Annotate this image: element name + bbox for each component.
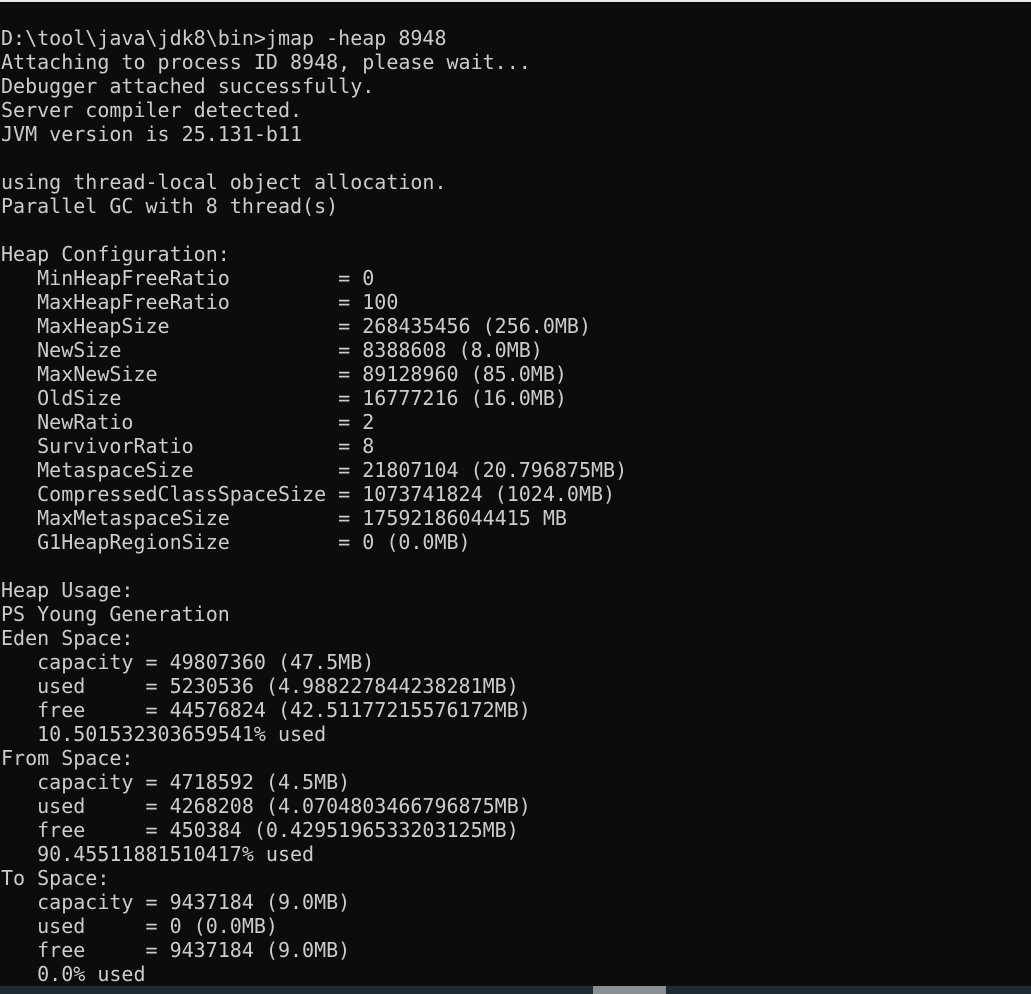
usage-line: used = 0 (0.0MB) <box>1 914 278 938</box>
section-heading-from-space: From Space: <box>1 746 134 770</box>
usage-line: capacity = 49807360 (47.5MB) <box>1 650 375 674</box>
terminal-output: D:\tool\java\jdk8\bin>jmap -heap 8948 At… <box>1 26 627 986</box>
usage-line: free = 44576824 (42.51177215576172MB) <box>1 698 531 722</box>
output-line: Parallel GC with 8 thread(s) <box>1 194 339 218</box>
usage-line: 90.45511881510417% used <box>1 842 315 866</box>
usage-line: used = 5230536 (4.988227844238281MB) <box>1 674 519 698</box>
config-line: CompressedClassSpaceSize = 1073741824 (1… <box>1 482 616 506</box>
usage-line: free = 9437184 (9.0MB) <box>1 938 351 962</box>
output-line: Debugger attached successfully. <box>1 74 375 98</box>
usage-line: capacity = 4718592 (4.5MB) <box>1 770 351 794</box>
config-line: OldSize = 16777216 (16.0MB) <box>1 386 567 410</box>
output-line: JVM version is 25.131-b11 <box>1 122 303 146</box>
scrollbar-thumb[interactable] <box>593 986 666 994</box>
output-line: Server compiler detected. <box>1 98 303 122</box>
config-line: G1HeapRegionSize = 0 (0.0MB) <box>1 530 471 554</box>
section-heading-heap-configuration: Heap Configuration: <box>1 242 230 266</box>
config-line: MetaspaceSize = 21807104 (20.796875MB) <box>1 458 628 482</box>
usage-line: used = 4268208 (4.0704803466796875MB) <box>1 794 531 818</box>
config-line: NewSize = 8388608 (8.0MB) <box>1 338 543 362</box>
output-line: Attaching to process ID 8948, please wai… <box>1 50 531 74</box>
config-line: NewRatio = 2 <box>1 410 375 434</box>
config-line: SurvivorRatio = 8 <box>1 434 375 458</box>
usage-line: 10.501532303659541% used <box>1 722 327 746</box>
config-line: MaxMetaspaceSize = 17592186044415 MB <box>1 506 567 530</box>
horizontal-scrollbar[interactable] <box>0 986 1031 994</box>
config-line: MaxHeapFreeRatio = 100 <box>1 290 399 314</box>
usage-line: free = 450384 (0.4295196533203125MB) <box>1 818 519 842</box>
config-line: MaxNewSize = 89128960 (85.0MB) <box>1 362 567 386</box>
usage-line: 0.0% used <box>1 962 146 986</box>
section-heading-eden-space: Eden Space: <box>1 626 134 650</box>
command-line: D:\tool\java\jdk8\bin>jmap -heap 8948 <box>1 26 447 50</box>
terminal-window[interactable]: D:\tool\java\jdk8\bin>jmap -heap 8948 At… <box>0 0 1031 986</box>
config-line: MaxHeapSize = 268435456 (256.0MB) <box>1 314 592 338</box>
config-line: MinHeapFreeRatio = 0 <box>1 266 375 290</box>
usage-line: capacity = 9437184 (9.0MB) <box>1 890 351 914</box>
output-line: using thread-local object allocation. <box>1 170 447 194</box>
output-line: PS Young Generation <box>1 602 230 626</box>
section-heading-heap-usage: Heap Usage: <box>1 578 134 602</box>
section-heading-to-space: To Space: <box>1 866 110 890</box>
